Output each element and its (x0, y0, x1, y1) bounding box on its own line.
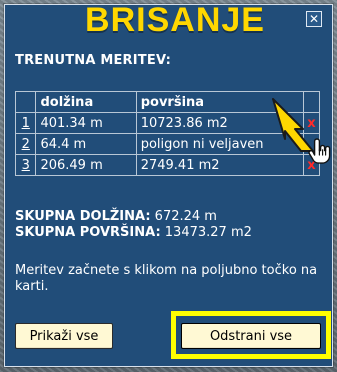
row-index: 3 (14, 154, 37, 176)
total-length-label: SKUPNA DOLŽINA: (15, 209, 151, 224)
row-index: 2 (14, 133, 37, 155)
remove-all-button[interactable]: Odstrani vse (181, 323, 321, 349)
panel-title: BRISANJE (85, 1, 265, 39)
row-index-link[interactable]: 1 (22, 116, 30, 131)
col-index (14, 91, 37, 113)
totals: SKUPNA DOLŽINA: 672.24 m SKUPNA POVRŠINA… (15, 209, 252, 241)
total-area-value: 13473.27 m2 (164, 225, 252, 240)
total-area-row: SKUPNA POVRŠINA: 13473.27 m2 (15, 225, 252, 241)
row-length: 206.49 m (35, 154, 137, 176)
row-index-link[interactable]: 2 (22, 137, 30, 152)
total-length-value: 672.24 m (154, 209, 217, 224)
row-length: 64.4 m (35, 133, 137, 155)
total-area-label: SKUPNA POVRŠINA: (15, 225, 161, 240)
close-button[interactable]: ✕ (306, 11, 322, 27)
row-index: 1 (14, 112, 37, 134)
hand-cursor-icon (308, 138, 331, 164)
col-length: dolžina (35, 91, 137, 113)
measurement-panel: BRISANJE ✕ TRENUTNA MERITEV: dolžina pov… (4, 1, 333, 367)
current-measurement-title: TRENUTNA MERITEV: (15, 53, 172, 68)
row-index-link[interactable]: 3 (22, 158, 30, 173)
close-icon: ✕ (308, 12, 320, 26)
help-text: Meritev začnete s klikom na poljubno toč… (15, 263, 318, 294)
total-length-row: SKUPNA DOLŽINA: 672.24 m (15, 209, 252, 225)
row-length: 401.34 m (35, 112, 137, 134)
show-all-button[interactable]: Prikaži vse (15, 323, 113, 349)
